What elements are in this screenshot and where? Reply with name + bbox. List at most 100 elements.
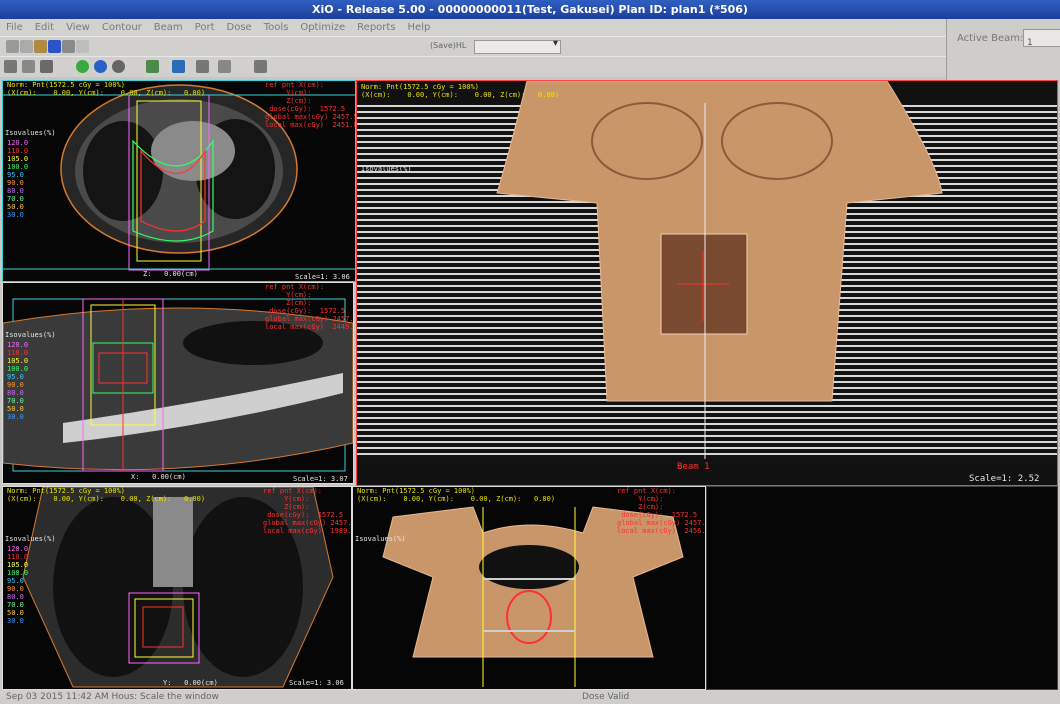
dot-icon[interactable] [112,60,125,73]
isovalues-label: Isovalues(%) [5,129,56,137]
norm-text: Norm: Pnt(1572.5 cGy = 100%) (X(cm): 0.0… [7,81,206,97]
iso-9: 50.0 [7,203,24,211]
iso-6: 90.0 [7,381,24,389]
iso-6: 90.0 [7,179,24,187]
toolbar-bottom [0,56,946,77]
iso-10: 30.0 [7,617,24,625]
window-title: XiO - Release 5.00 - 00000000011(Test, G… [0,0,1060,19]
iso-1: 120.0 [7,545,29,553]
tool-icon-selected[interactable] [48,40,61,53]
iso-2: 110.0 [7,349,29,357]
menu-port[interactable]: Port [189,19,221,36]
norm-text: Norm: Pnt(1572.5 cGy = 100%) (X(cm): 0.0… [361,83,560,99]
tool-icon[interactable] [20,40,33,53]
active-beam-input[interactable]: 1 [1023,29,1060,48]
globe-icon[interactable] [76,60,89,73]
menu-file[interactable]: File [0,19,29,36]
iso-10: 30.0 [7,211,24,219]
isovalues-label: Isovalues(%) [361,165,412,173]
iso-7: 80.0 [7,187,24,195]
menu-optimize[interactable]: Optimize [294,19,351,36]
iso-3: 105.0 [7,357,29,365]
status-text: Sep 03 2015 11:42 AM Hous: Scale the win… [6,692,219,702]
isovalues-label: Isovalues(%) [5,331,56,339]
tool-icon[interactable] [34,40,47,53]
tool-icon[interactable] [218,60,231,73]
dose-info-text: ref pnt X(cm): Y(cm): Z(cm): dose(cGy): … [617,487,706,535]
tool-icon[interactable] [172,60,185,73]
slice-label: X: 0.00(cm) [131,473,186,481]
iso-2: 110.0 [7,147,29,155]
menu-tools[interactable]: Tools [258,19,295,36]
iso-7: 80.0 [7,593,24,601]
status-bar: Sep 03 2015 11:42 AM Hous: Scale the win… [0,690,1060,704]
iso-8: 70.0 [7,397,24,405]
iso-3: 105.0 [7,561,29,569]
render-3d-view[interactable]: Norm: Pnt(1572.5 cGy = 100%) (X(cm): 0.0… [352,486,706,690]
scale-label: Scale=1: 3.06 [289,679,344,687]
zoom-icon[interactable] [4,60,17,73]
menu-bar: File Edit View Contour Beam Port Dose Tools Opti… [0,19,946,36]
dropdown-arrow-icon[interactable]: ▾ [553,38,558,49]
tool-icon[interactable] [146,60,159,73]
active-beam-label: Active Beam: [957,33,1024,44]
tool-icon[interactable] [6,40,19,53]
tool-icon[interactable] [196,60,209,73]
sagittal-view[interactable]: ref pnt X(cm): Y(cm): Z(cm): dose(cGy): … [2,282,354,484]
iso-4: 100.0 [7,569,29,577]
iso-4: 100.0 [7,365,29,373]
dose-info-text: ref pnt X(cm): Y(cm): Z(cm): dose(cGy): … [263,487,352,535]
iso-8: 70.0 [7,195,24,203]
iso-4: 100.0 [7,163,29,171]
slice-label: Y: 0.00(cm) [163,679,218,687]
isovalues-label: Isovalues(%) [5,535,56,543]
menu-reports[interactable]: Reports [351,19,401,36]
zoom-icon[interactable] [22,60,35,73]
dose-info-text: ref pnt X(cm): Y(cm): Z(cm): dose(cGy): … [265,81,356,129]
menu-dose[interactable]: Dose [221,19,258,36]
tool-icon[interactable] [76,40,89,53]
iso-9: 50.0 [7,609,24,617]
search-label: (Save)HL [430,41,467,50]
beams-eye-view[interactable]: Norm: Pnt(1572.5 cGy = 100%) (X(cm): 0.0… [356,80,1058,486]
norm-text: Norm: Pnt(1572.5 cGy = 100%) (X(cm): 0.0… [7,487,206,503]
isovalues-label: Isovalues(%) [355,535,406,543]
active-beam-panel: Active Beam: 1 [946,19,1060,81]
iso-5: 95.0 [7,171,24,179]
iso-1: 120.0 [7,341,29,349]
search-field[interactable] [474,40,561,54]
pen-icon[interactable] [62,40,75,53]
iso-7: 80.0 [7,389,24,397]
iso-6: 90.0 [7,585,24,593]
coronal-view[interactable]: Norm: Pnt(1572.5 cGy = 100%) (X(cm): 0.0… [2,486,352,690]
menu-view[interactable]: View [60,19,96,36]
iso-9: 50.0 [7,405,24,413]
iso-5: 95.0 [7,373,24,381]
save-icon[interactable] [40,60,53,73]
iso-3: 105.0 [7,155,29,163]
menu-help[interactable]: Help [402,19,437,36]
active-beam-value: 1 [1027,38,1033,48]
tool-icon[interactable] [254,60,267,73]
scale-label: Scale=1: 3.07 [293,475,348,483]
iso-1: 120.0 [7,139,29,147]
menu-contour[interactable]: Contour [96,19,148,36]
iso-5: 95.0 [7,577,24,585]
bev-image [357,81,1057,459]
toolbar-top: (Save)HL ▾ [0,36,946,57]
transverse-view[interactable]: Norm: Pnt(1572.5 cGy = 100%) (X(cm): 0.0… [2,80,356,282]
slice-label: Z: 0.00(cm) [143,270,198,278]
dose-info-text: ref pnt X(cm): Y(cm): Z(cm): dose(cGy): … [265,283,354,331]
globe-icon[interactable] [94,60,107,73]
scale-label: Scale=1: 2.52 [969,474,1040,484]
menu-beam[interactable]: Beam [148,19,189,36]
dose-status: Dose Valid [582,692,630,702]
scale-label: Scale=1: 3.06 [295,273,350,281]
iso-10: 30.0 [7,413,24,421]
empty-view[interactable] [706,486,1058,690]
norm-text: Norm: Pnt(1572.5 cGy = 100%) (X(cm): 0.0… [357,487,556,503]
iso-2: 110.0 [7,553,29,561]
beam-label: Beam 1 [677,462,710,472]
iso-8: 70.0 [7,601,24,609]
menu-edit[interactable]: Edit [29,19,60,36]
